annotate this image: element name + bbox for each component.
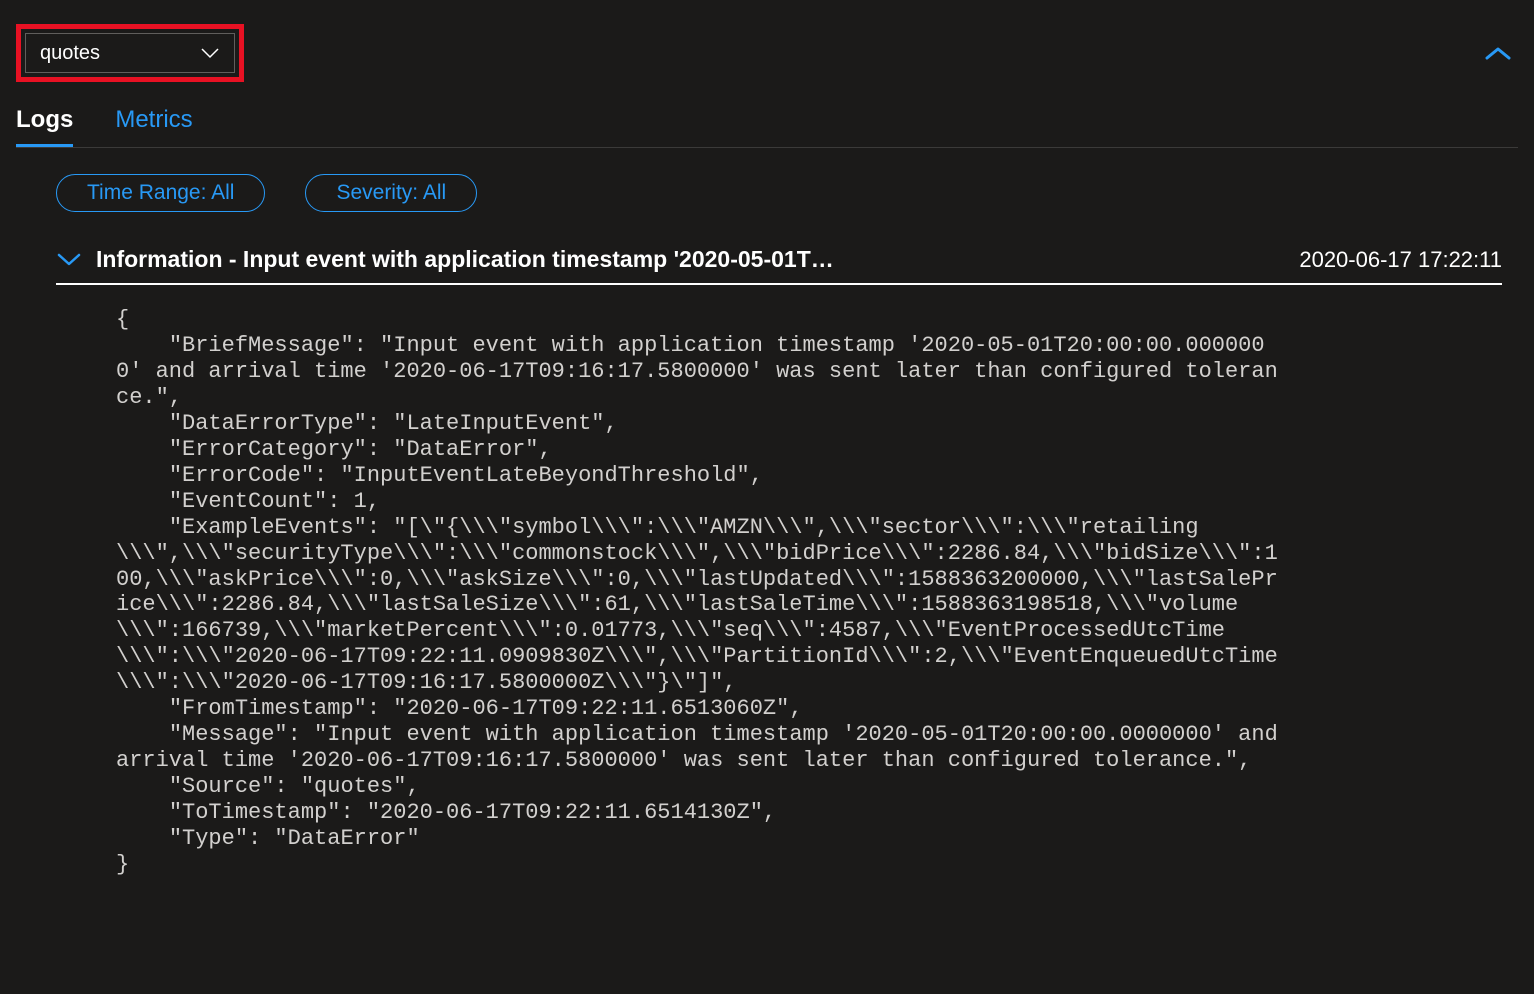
dropdown-annotation-highlight: quotes bbox=[16, 24, 244, 82]
source-dropdown[interactable]: quotes bbox=[25, 33, 235, 73]
log-entry-timestamp: 2020-06-17 17:22:11 bbox=[1299, 247, 1502, 273]
panel-collapse-button[interactable] bbox=[1478, 34, 1518, 74]
log-entry: Information - Input event with applicati… bbox=[16, 246, 1518, 878]
log-entry-title: Information - Input event with applicati… bbox=[96, 246, 1285, 273]
chevron-down-icon bbox=[200, 47, 220, 59]
view-tabs: Logs Metrics bbox=[16, 106, 1518, 148]
chevron-down-icon bbox=[56, 252, 82, 268]
filter-severity[interactable]: Severity: All bbox=[305, 174, 477, 212]
filter-time-range[interactable]: Time Range: All bbox=[56, 174, 265, 212]
log-entry-body: { "BriefMessage": "Input event with appl… bbox=[56, 285, 1286, 878]
log-entry-header[interactable]: Information - Input event with applicati… bbox=[56, 246, 1502, 285]
tab-metrics[interactable]: Metrics bbox=[115, 106, 192, 147]
log-filters: Time Range: All Severity: All bbox=[16, 174, 1518, 212]
chevron-up-icon bbox=[1484, 46, 1512, 62]
tab-logs[interactable]: Logs bbox=[16, 106, 73, 147]
source-dropdown-value: quotes bbox=[40, 42, 100, 65]
